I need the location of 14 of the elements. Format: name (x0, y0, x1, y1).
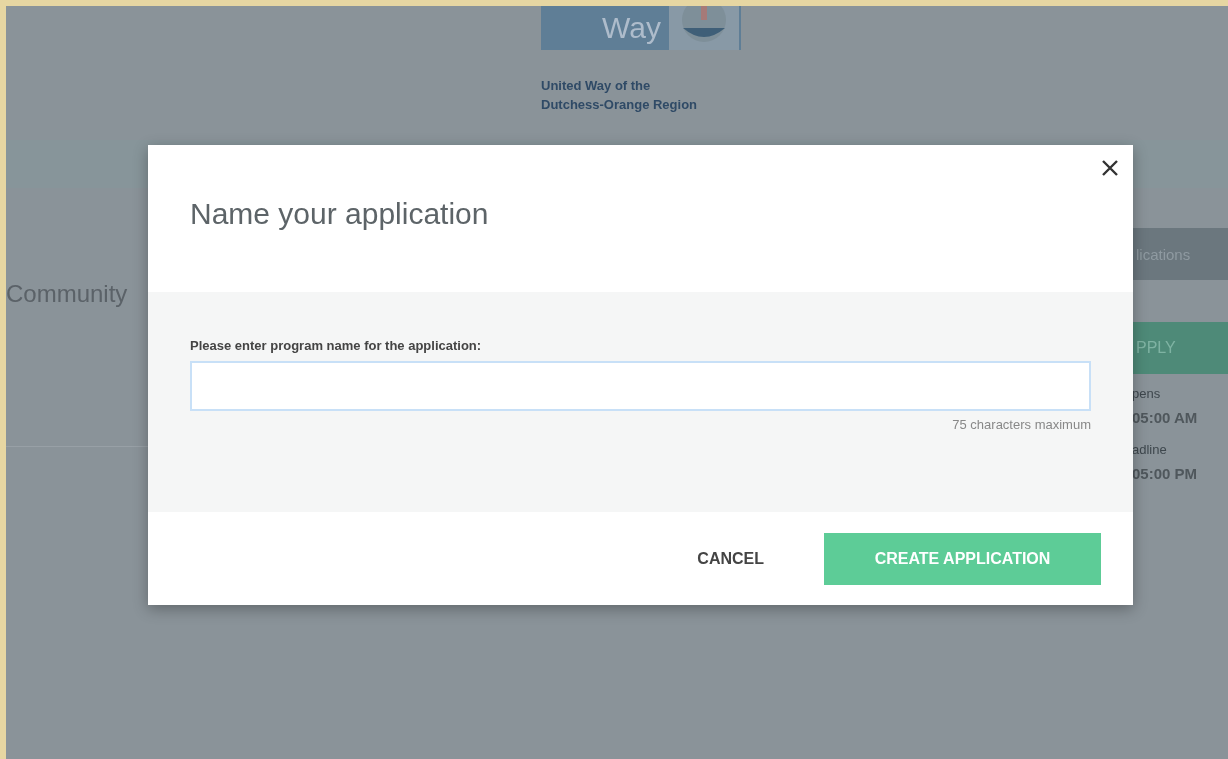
close-icon[interactable] (1101, 159, 1119, 177)
field-hint: 75 characters maximum (951, 417, 1091, 432)
organization-name: United Way of the (541, 77, 652, 95)
dialog-title: Name your application (190, 197, 490, 231)
detail-label: pens (1132, 385, 1162, 403)
detail-value: 05:00 AM (1132, 408, 1199, 428)
organization-name: Dutchess-Orange Region (541, 96, 699, 114)
field-label: Please enter program name for the application: (190, 338, 483, 353)
program-name-field[interactable] (190, 361, 1091, 411)
detail-value: 05:00 PM (1132, 464, 1199, 484)
cancel-button[interactable]: CANCEL (691, 532, 770, 585)
create-application-button[interactable]: CREATE APPLICATION (824, 532, 1101, 585)
logo: Way (541, 6, 741, 50)
detail-label: adline (1132, 441, 1168, 459)
